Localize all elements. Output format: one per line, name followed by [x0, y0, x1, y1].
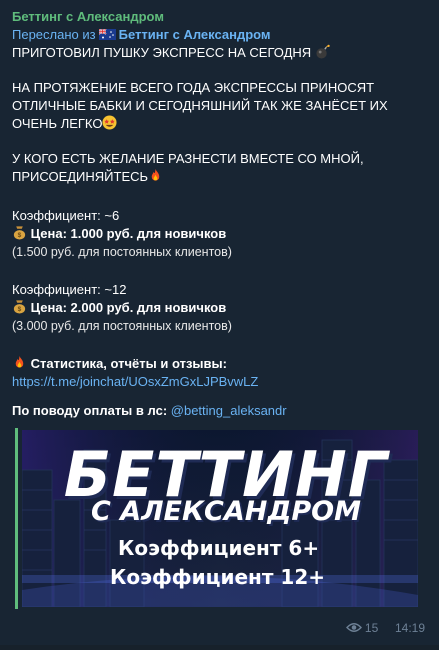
banner-coefficient-2: Коэффициент 12+: [110, 565, 326, 589]
price-1: $ Цена: 1.000 руб. для новичков: [12, 225, 430, 243]
stats-line: Статистика, отчёты и отзывы:: [12, 355, 430, 373]
message-text: ПРИГОТОВИЛ ПУШКУ ЭКСПРЕСС НА СЕГОДНЯ НА …: [12, 44, 430, 420]
forwarded-header[interactable]: Переслано из Беттинг с Александром: [12, 27, 271, 42]
forwarded-prefix: Переслано из: [12, 27, 96, 42]
payment-line: По поводу оплаты в лс: @betting_aleksand…: [12, 403, 287, 418]
channel-flag-icon: [98, 29, 116, 40]
sender-name[interactable]: Беттинг с Александром: [12, 9, 164, 24]
text-line: НА ПРОТЯЖЕНИЕ ВСЕГО ГОДА ЭКСПРЕССЫ ПРИНО…: [12, 80, 375, 95]
view-count: 15: [364, 620, 379, 635]
star-struck-face-icon: [102, 115, 118, 130]
svg-text:$: $: [18, 306, 22, 313]
payment-handle-link[interactable]: @betting_aleksandr: [171, 403, 287, 418]
link-preview[interactable]: БЕТТИНГ С АЛЕКСАНДРОМ Коэффициент 6+ Коэ…: [15, 428, 420, 609]
views-eye-icon: [345, 623, 362, 633]
fire-icon: [151, 168, 160, 181]
fire-icon: [15, 355, 24, 368]
banner-subtitle: С АЛЕКСАНДРОМ: [90, 496, 361, 527]
money-bag-icon: $: [13, 300, 26, 314]
text-line: ОЧЕНЬ ЛЕГКО: [12, 115, 430, 133]
text-line: У КОГО ЕСТЬ ЖЕЛАНИЕ РАЗНЕСТИ ВМЕСТЕ СО М…: [12, 151, 364, 166]
regular-price-2: (3.000 руб. для постоянных клиентов): [12, 319, 232, 333]
coefficient-2: Коэффициент: ~12: [12, 282, 127, 297]
text-line: ПРИГОТОВИЛ ПУШКУ ЭКСПРЕСС НА СЕГОДНЯ: [12, 44, 430, 62]
divider: [0, 645, 439, 650]
bomb-icon: [316, 44, 330, 59]
text-line: ПРИСОЕДИНЯЙТЕСЬ: [12, 168, 430, 186]
svg-text:$: $: [18, 232, 22, 239]
joinchat-link[interactable]: https://t.me/joinchat/UOsxZmGxLJPBvwLZ: [12, 374, 258, 389]
price-2: $ Цена: 2.000 руб. для новичков: [12, 299, 430, 317]
message-time: 14:19: [394, 620, 425, 635]
message-bubble: Беттинг с Александром Переслано из Бетти…: [0, 0, 439, 650]
forwarded-channel-name: Беттинг с Александром: [118, 27, 271, 42]
message-meta: 15 14:19: [345, 620, 425, 635]
text-line: ОТЛИЧНЫЕ БАБКИ И СЕГОДНЯШНИЙ ТАК ЖЕ ЗАНЁ…: [12, 98, 388, 113]
coefficient-1: Коэффициент: ~6: [12, 208, 120, 223]
money-bag-icon: $: [13, 226, 26, 240]
banner-coefficient-1: Коэффициент 6+: [118, 536, 320, 560]
banner-image[interactable]: БЕТТИНГ С АЛЕКСАНДРОМ Коэффициент 6+ Коэ…: [22, 430, 418, 607]
regular-price-1: (1.500 руб. для постоянных клиентов): [12, 245, 232, 259]
